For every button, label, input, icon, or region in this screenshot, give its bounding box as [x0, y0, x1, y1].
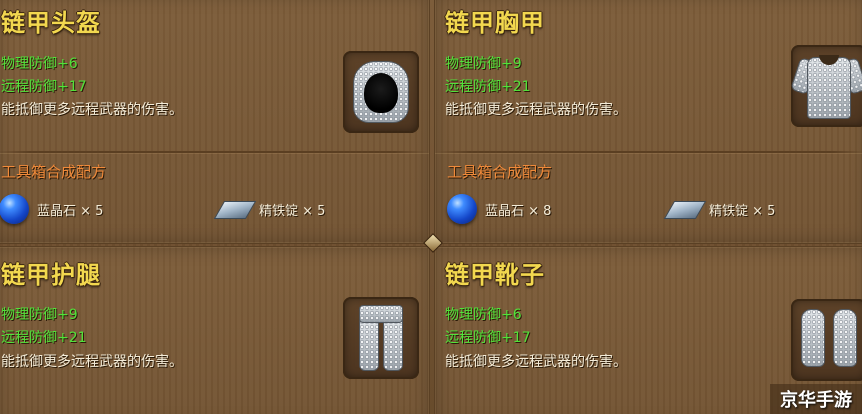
ingredient-label: 蓝晶石 × 5 — [37, 203, 104, 219]
stat-physical-defense: 物理防御+9 — [1, 307, 78, 323]
boot-right — [833, 309, 857, 367]
leggings-right-leg — [383, 319, 403, 371]
item-card-chain-chestplate[interactable]: 链甲胸甲 物理防御+9 远程防御+21 能抵御更多远程武器的伤害。 工具箱合成配… — [434, 0, 862, 244]
ingredient-sapphire[interactable]: 蓝晶石 × 5 — [0, 191, 103, 227]
stat-physical-defense: 物理防御+6 — [445, 307, 522, 323]
crafting-board: 链甲头盔 物理防御+6 远程防御+17 能抵御更多远程武器的伤害。 工具箱合成配… — [0, 0, 862, 414]
stat-ranged-defense: 远程防御+17 — [1, 79, 87, 95]
recipe-title: 工具箱合成配方 — [1, 163, 107, 181]
ingredient-sapphire[interactable]: 蓝晶石 × 8 — [447, 191, 551, 227]
stat-ranged-defense: 远程防御+21 — [445, 79, 531, 95]
item-title: 链甲胸甲 — [445, 9, 545, 37]
sapphire-icon — [447, 194, 477, 224]
iron-ingot-icon — [667, 196, 701, 222]
item-slot[interactable] — [790, 45, 862, 127]
item-description: 能抵御更多远程武器的伤害。 — [445, 102, 627, 118]
ingredient-label: 精铁锭 × 5 — [709, 203, 776, 219]
item-title: 链甲头盔 — [1, 9, 101, 37]
stat-physical-defense: 物理防御+9 — [445, 56, 522, 72]
item-description: 能抵御更多远程武器的伤害。 — [1, 102, 183, 118]
recipe-title: 工具箱合成配方 — [447, 163, 553, 181]
item-slot[interactable] — [343, 51, 419, 133]
ingredient-label: 精铁锭 × 5 — [259, 203, 326, 219]
ingredient-label: 蓝晶石 × 8 — [485, 203, 552, 219]
ingredient-iron-ingot[interactable]: 精铁锭 × 5 — [217, 191, 325, 227]
item-title: 链甲靴子 — [445, 261, 545, 289]
chain-chestplate-icon — [807, 57, 851, 119]
stat-physical-defense: 物理防御+6 — [1, 56, 78, 72]
item-title: 链甲护腿 — [1, 261, 101, 289]
helmet-opening — [364, 73, 398, 113]
leggings-left-leg — [359, 319, 379, 371]
item-description: 能抵御更多远程武器的伤害。 — [1, 354, 183, 370]
item-card-chain-helmet[interactable]: 链甲头盔 物理防御+6 远程防御+17 能抵御更多远程武器的伤害。 工具箱合成配… — [0, 0, 430, 244]
section-divider — [0, 151, 429, 153]
stat-ranged-defense: 远程防御+21 — [1, 330, 87, 346]
chain-boots-icon — [801, 309, 825, 367]
item-card-chain-leggings[interactable]: 链甲护腿 物理防御+9 远程防御+21 能抵御更多远程武器的伤害。 — [0, 246, 430, 414]
sapphire-icon — [0, 194, 29, 224]
ingredient-iron-ingot[interactable]: 精铁锭 × 5 — [667, 191, 775, 227]
iron-ingot-icon — [217, 196, 251, 222]
section-divider — [435, 151, 862, 153]
watermark: 京华手游 — [770, 384, 862, 414]
item-slot[interactable] — [343, 297, 419, 379]
item-description: 能抵御更多远程武器的伤害。 — [445, 354, 627, 370]
item-slot[interactable] — [791, 299, 862, 381]
chain-leggings-icon — [359, 305, 403, 323]
stat-ranged-defense: 远程防御+17 — [445, 330, 531, 346]
